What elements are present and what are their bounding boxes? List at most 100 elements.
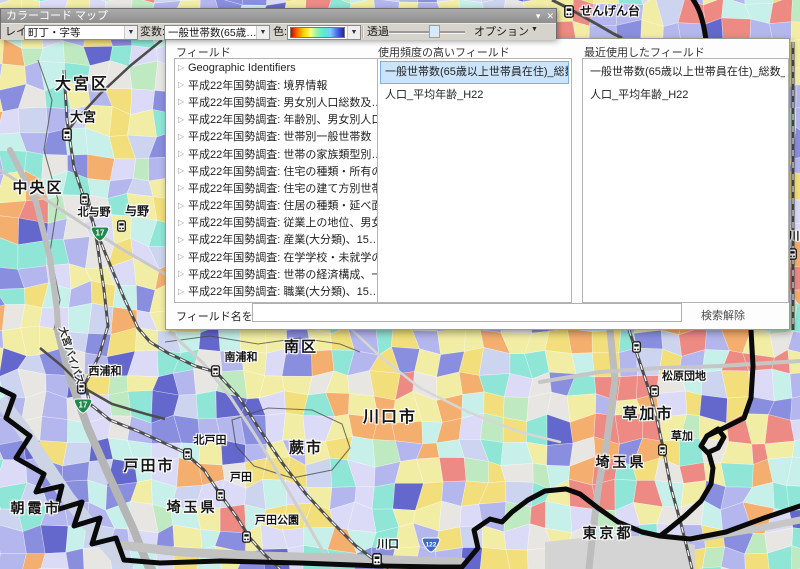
field-list-item[interactable]: 平成22年国勢調査: 従業上の地位、男女… [175,214,378,231]
map-label-soka-station: 草加 [671,432,693,443]
expander-icon[interactable] [178,287,188,296]
variable-select[interactable]: 一般世帯数(65歳… [164,25,270,40]
map-label-kawaguchi-station: 川口 [377,540,399,551]
station-icon [184,449,192,459]
station-icon [565,6,573,17]
field-list-item[interactable]: 平成22年国勢調査: 境界情報 [175,76,378,93]
frequent-fields-listbox[interactable]: 一般世帯数(65歳以上世帯員在住)_総数_H22 人口_平均年齢_H22 [377,58,572,303]
field-list-item[interactable]: 平成22年国勢調査: 世帯の経済構成、一… [175,265,378,282]
field-list-item[interactable]: 平成22年国勢調査: 世帯の家族類型別… [175,145,378,162]
chevron-down-icon[interactable] [347,26,360,39]
collapse-dialog-icon[interactable] [536,9,541,23]
map-label-soka-shi: 草加市 [622,407,673,422]
field-list-item[interactable]: Geographic Identifiers [175,59,378,76]
chevron-down-icon[interactable] [256,26,269,39]
transparency-label: 透過 [367,26,389,39]
clear-search-button[interactable]: 検索解除 [701,307,745,323]
map-label-nishi-urawa: 西浦和 [89,367,122,378]
expander-icon[interactable] [178,80,188,89]
frequent-field-item[interactable]: 人口_平均年齢_H22 [380,84,569,107]
dialog-title: カラーコード マップ [6,10,108,22]
expander-icon[interactable] [178,183,188,192]
layer-value: 町丁・字等 [25,25,124,40]
options-dropdown-icon[interactable] [531,26,538,33]
field-picker-panel: フィールド 使用頻度の高いフィールド 最近使用したフィールド Geographi… [165,38,790,330]
field-list-item[interactable]: 平成22年国勢調査: 職業(大分類)、15… [175,282,378,299]
map-label-yono: 与野 [125,205,149,217]
map-label-tokyo-to: 東京都 [583,526,634,540]
field-list-item[interactable]: 平成22年国勢調査: 住宅の種類・所有の… [175,162,378,179]
color-label: 色: [273,26,287,39]
field-search-input[interactable] [252,303,682,322]
map-label-matsubara-danchi: 松原団地 [662,372,706,383]
svg-text:122: 122 [426,542,437,549]
map-label-saitama-ken-east: 埼玉県 [596,455,647,469]
options-label: オプション [474,26,529,39]
map-label-minami-ku: 南区 [284,340,318,355]
map-label-chuo-ku: 中央区 [12,181,63,196]
map-label-asaka-shi: 朝霞市 [11,501,62,515]
color-ramp-preview [290,27,345,38]
map-label-toda-koen: 戸田公園 [255,516,299,527]
field-list-item[interactable]: 平成22年国勢調査: 男女別人口総数及… [175,93,378,110]
field-list-item[interactable]: 平成22年国勢調査: 世帯別一般世帯数 [175,128,378,145]
station-icon [243,532,251,542]
variable-label: 変数: [140,26,165,39]
map-label-kita-yono: 北与野 [78,208,111,219]
field-list-item[interactable]: 平成22年国勢調査: 在学学校・未就学の… [175,248,378,265]
svg-text:17: 17 [79,401,88,410]
screen: 17 17 122 せんげん台 大宮区 大宮 中央区 北与野 与野 大宮バイパス… [0,0,800,569]
close-dialog-icon[interactable] [546,9,554,23]
recent-fields-listbox[interactable]: 一般世帯数(65歳以上世帯員在住)_総数_H22 人口_平均年齢_H22 [582,58,789,303]
slider-track [389,31,465,34]
expander-icon[interactable] [178,97,188,106]
recent-field-item[interactable]: 一般世帯数(65歳以上世帯員在住)_総数_H22 [585,61,786,84]
map-label-warabi-shi: 蕨市 [289,441,323,456]
station-icon [212,366,220,376]
expander-icon[interactable] [178,269,188,278]
expander-icon[interactable] [178,149,188,158]
field-list-item[interactable]: 平成22年国勢調査: 年齢別、男女別人口 [175,111,378,128]
map-label-kita-toda: 北戸田 [194,436,227,447]
expander-icon[interactable] [178,132,188,141]
station-icon [633,342,641,352]
field-list-item[interactable]: 平成22年国勢調査: 住居の種類・延べ面… [175,197,378,214]
map-label-toda-station: 戸田 [230,473,252,484]
station-icon [659,445,667,455]
map-label-saitama-ken-west: 埼玉県 [167,500,218,514]
expander-icon[interactable] [178,201,188,210]
toolbar-separator [362,26,364,38]
recent-field-item[interactable]: 人口_平均年齢_H22 [585,84,786,107]
map-label-kawaguchi-shi: 川口市 [363,410,417,426]
station-icon [81,194,89,204]
station-icon [63,129,71,140]
station-icon [373,554,381,565]
dialog-toolbar: レイヤ: 町丁・字等 変数: 一般世帯数(65歳… 色: 透過 オプション [1,23,556,40]
map-label-omiya-ku: 大宮区 [55,77,109,93]
transparency-slider[interactable] [389,25,465,39]
station-icon [118,221,126,231]
variable-value: 一般世帯数(65歳… [165,25,256,40]
expander-icon[interactable] [178,63,188,72]
svg-text:17: 17 [96,229,105,238]
slider-thumb[interactable] [429,25,440,38]
station-icon [651,386,659,396]
station-icon [217,490,225,500]
map-label-sengendai: せんげん台 [580,5,640,17]
expander-icon[interactable] [178,235,188,244]
expander-icon[interactable] [178,252,188,261]
field-list-item[interactable]: 平成22年国勢調査: 住宅の建て方別世帯数 [175,179,378,196]
color-code-map-dialog: カラーコード マップ レイヤ: 町丁・字等 変数: 一般世帯数(65歳… 色: [0,8,557,39]
expander-icon[interactable] [178,166,188,175]
dialog-titlebar[interactable]: カラーコード マップ [1,9,556,23]
map-label-toda-shi: 戸田市 [123,459,174,474]
frequent-field-item[interactable]: 一般世帯数(65歳以上世帯員在住)_総数_H22 [380,61,569,84]
expander-icon[interactable] [178,218,188,227]
field-list-item[interactable]: 平成22年国勢調査: 産業(大分類)、15… [175,231,378,248]
chevron-down-icon[interactable] [124,26,137,39]
expander-icon[interactable] [178,115,188,124]
map-label-kawa-edge: 川 [789,232,800,243]
layer-select[interactable]: 町丁・字等 [24,25,138,40]
fields-listbox[interactable]: Geographic Identifiers 平成22年国勢調査: 境界情報 平… [174,58,394,303]
color-ramp-select[interactable] [287,25,361,40]
